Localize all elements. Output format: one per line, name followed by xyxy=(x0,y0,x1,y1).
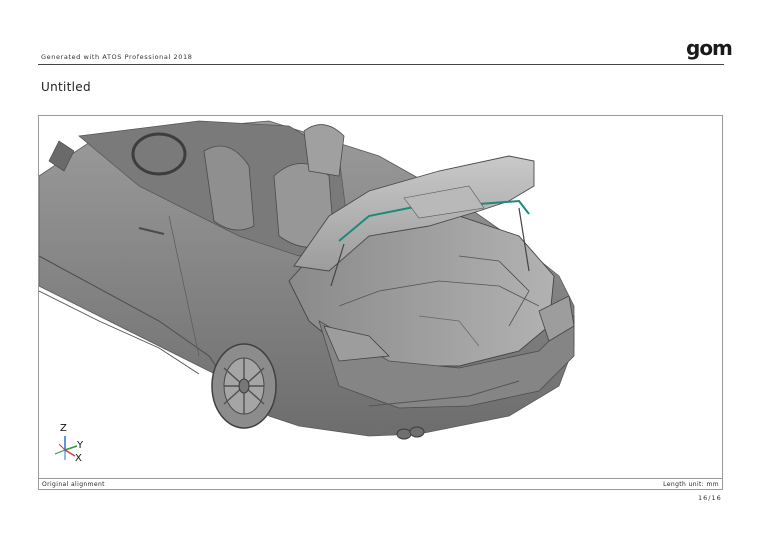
alignment-label: Original alignment xyxy=(42,481,105,488)
axis-z-label: Z xyxy=(60,423,67,434)
report-figure-frame: Z Y X Original alignment Length unit: mm xyxy=(38,115,723,490)
length-unit-label: Length unit: mm xyxy=(663,481,719,488)
generator-text: Generated with ATOS Professional 2018 xyxy=(41,53,193,61)
3d-viewport: Z Y X xyxy=(39,116,722,477)
report-title: Untitled xyxy=(41,80,91,94)
axis-triad-icon xyxy=(54,436,78,460)
page-number: 16/16 xyxy=(698,494,722,502)
figure-footer: Original alignment Length unit: mm xyxy=(39,478,722,490)
axis-x-label: X xyxy=(75,453,82,464)
car-scan-rendering xyxy=(39,120,575,440)
header-divider xyxy=(38,64,724,65)
axis-y-label: Y xyxy=(77,440,84,451)
coordinate-axis-indicator: Z Y X xyxy=(51,423,91,466)
gom-logo: gom xyxy=(686,36,733,60)
